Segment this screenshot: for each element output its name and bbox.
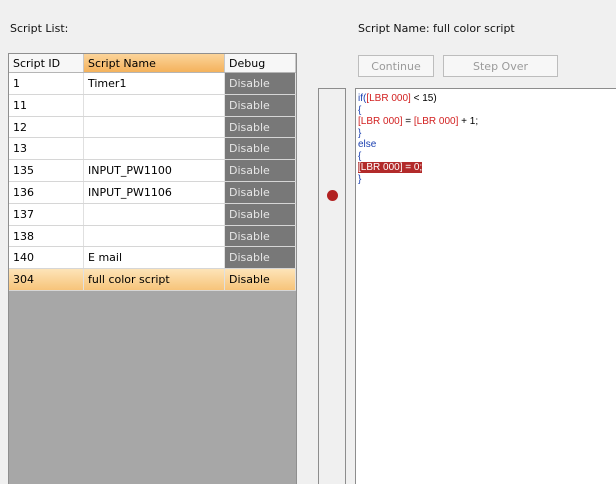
table-row[interactable]: 140 E mail Disable bbox=[9, 247, 296, 270]
table-row[interactable]: 12 Disable bbox=[9, 116, 296, 139]
code-line: [LBR 000] = 0; bbox=[358, 162, 616, 174]
cell-script-name bbox=[84, 225, 225, 247]
cell-script-id: 304 bbox=[9, 269, 84, 290]
table-row[interactable]: 1 Timer1 Disable bbox=[9, 73, 296, 95]
continue-button[interactable]: Continue bbox=[358, 55, 434, 77]
code-token: { bbox=[358, 150, 362, 162]
code-line: [LBR 000] = [LBR 000] + 1; bbox=[358, 116, 616, 128]
code-token: [LBR 000] bbox=[413, 116, 459, 127]
cell-debug: Disable bbox=[225, 116, 296, 138]
cell-script-name: INPUT_PW1100 bbox=[84, 160, 225, 181]
table-row[interactable]: 13 Disable bbox=[9, 138, 296, 161]
script-table: Script ID Script Name Debug 1 Timer1 Disab… bbox=[8, 53, 297, 484]
cell-script-name bbox=[84, 138, 225, 160]
code-token: { bbox=[358, 104, 362, 116]
header-debug[interactable]: Debug bbox=[225, 54, 296, 72]
cell-debug: Disable bbox=[225, 225, 296, 247]
cell-script-name bbox=[84, 116, 225, 138]
cell-script-id: 11 bbox=[9, 94, 84, 116]
cell-script-id: 13 bbox=[9, 138, 84, 160]
header-script-name[interactable]: Script Name bbox=[84, 54, 225, 72]
code-token: else bbox=[358, 139, 377, 150]
breakpoint-gutter[interactable] bbox=[318, 88, 346, 484]
cell-script-id: 137 bbox=[9, 203, 84, 225]
cell-debug: Disable bbox=[225, 203, 296, 225]
step-over-button[interactable]: Step Over bbox=[443, 55, 558, 77]
cell-script-name: E mail bbox=[84, 247, 225, 269]
code-token: } bbox=[358, 127, 362, 139]
code-token: [LBR 000] bbox=[366, 93, 411, 104]
cell-script-id: 136 bbox=[9, 181, 84, 203]
cell-script-name bbox=[84, 203, 225, 225]
table-body: 1 Timer1 Disable 11 Disable 12 Disable 13 Disabl… bbox=[9, 73, 296, 291]
cell-script-name: Timer1 bbox=[84, 73, 225, 94]
cell-script-id: 135 bbox=[9, 160, 84, 181]
table-row[interactable]: 137 Disable bbox=[9, 203, 296, 226]
code-token: + 1; bbox=[458, 116, 479, 127]
cell-script-name bbox=[84, 94, 225, 116]
cell-debug: Disable bbox=[225, 160, 296, 181]
cell-script-name: INPUT_PW1106 bbox=[84, 181, 225, 203]
script-name-label: Script Name: full color script bbox=[358, 22, 515, 35]
table-row[interactable]: 304 full color script Disable bbox=[9, 269, 296, 291]
table-header: Script ID Script Name Debug bbox=[9, 54, 296, 73]
cell-debug: Disable bbox=[225, 94, 296, 116]
cell-script-id: 1 bbox=[9, 73, 84, 94]
cell-script-id: 12 bbox=[9, 116, 84, 138]
header-script-id[interactable]: Script ID bbox=[9, 54, 84, 72]
code-line: { bbox=[358, 105, 616, 117]
script-list-label: Script List: bbox=[10, 22, 69, 35]
cell-script-name: full color script bbox=[84, 269, 225, 290]
cell-debug: Disable bbox=[225, 73, 296, 94]
breakpoint-highlight: [LBR 000] = 0; bbox=[358, 162, 423, 173]
code-token: < 15) bbox=[410, 93, 437, 104]
script-editor[interactable]: if([LBR 000] < 15){[LBR 000] = [LBR 000]… bbox=[355, 88, 616, 484]
cell-script-id: 140 bbox=[9, 247, 84, 269]
cell-debug: Disable bbox=[225, 269, 296, 290]
code-line: } bbox=[358, 174, 616, 186]
code-token: = bbox=[402, 116, 414, 127]
code-line: { bbox=[358, 151, 616, 163]
cell-script-id: 138 bbox=[9, 225, 84, 247]
code-token: } bbox=[358, 173, 362, 185]
table-row[interactable]: 11 Disable bbox=[9, 94, 296, 117]
table-row[interactable]: 138 Disable bbox=[9, 225, 296, 248]
breakpoint-icon[interactable] bbox=[327, 190, 338, 201]
cell-debug: Disable bbox=[225, 181, 296, 203]
code-line: if([LBR 000] < 15) bbox=[358, 93, 616, 105]
code-line: else bbox=[358, 139, 616, 151]
code-token: [LBR 000] bbox=[358, 116, 403, 127]
cell-debug: Disable bbox=[225, 247, 296, 269]
code-line: } bbox=[358, 128, 616, 140]
cell-debug: Disable bbox=[225, 138, 296, 160]
table-row[interactable]: 136 INPUT_PW1106 Disable bbox=[9, 181, 296, 204]
table-row[interactable]: 135 INPUT_PW1100 Disable bbox=[9, 160, 296, 182]
